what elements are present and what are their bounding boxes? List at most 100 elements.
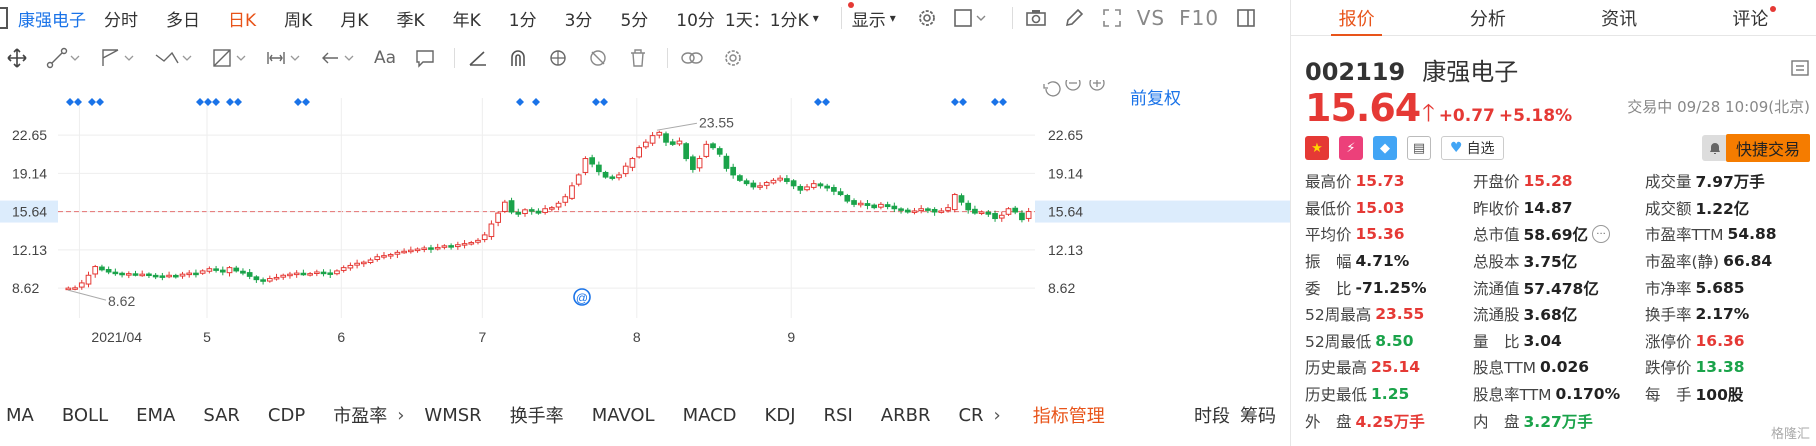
candle-body — [985, 211, 992, 215]
stat-value: 15.73 — [1355, 172, 1405, 191]
indicator-mavol[interactable]: MAVOL — [592, 405, 655, 426]
square-style-icon[interactable] — [952, 5, 990, 31]
candle-body — [105, 268, 112, 273]
stock-name-link[interactable]: 康强电子 — [18, 6, 86, 31]
event-diamond-icon — [88, 98, 96, 106]
period-tab-weekly[interactable]: 周K — [284, 6, 312, 31]
stat-value: 25.14 — [1371, 358, 1421, 377]
add-watchlist-button[interactable]: ♥ 自选 — [1441, 136, 1504, 160]
settings-gear-icon[interactable] — [914, 5, 940, 31]
period-tab-3min[interactable]: 3分 — [565, 6, 593, 31]
display-select-label: 显示 — [851, 10, 886, 31]
sidebar-toggle-icon[interactable] — [1233, 5, 1259, 31]
chips-button[interactable]: 筹码 — [1240, 402, 1276, 428]
quick-trade-button[interactable]: 快捷交易 — [1725, 134, 1810, 162]
indicator-rsi[interactable]: RSI — [824, 405, 853, 426]
period-tab-5min[interactable]: 5分 — [620, 6, 648, 31]
indicator-macd[interactable]: MACD — [683, 405, 737, 426]
tab-comments[interactable]: 评论 — [1685, 0, 1816, 35]
adjust-mode-button[interactable]: 前复权 — [1130, 84, 1181, 109]
candle-body — [273, 276, 280, 280]
candle-body — [918, 208, 925, 212]
text-tool-icon[interactable]: Aa — [374, 43, 396, 73]
quote-header: 002119 康强电子 — [1305, 52, 1810, 87]
interval-select[interactable]: 1天：1分K ▾ — [725, 6, 819, 31]
move-cross-icon[interactable] — [6, 43, 28, 73]
indicator-manage-button[interactable]: 指标管理 — [1033, 402, 1105, 428]
link-chain-icon[interactable] — [680, 43, 704, 73]
indicator-boll[interactable]: BOLL — [62, 405, 108, 426]
session-button[interactable]: 时段 — [1194, 402, 1230, 428]
period-tab-multiday[interactable]: 多日 — [166, 6, 200, 31]
candle-body — [569, 185, 575, 199]
panel-collapse-icon[interactable] — [0, 7, 8, 29]
indicator-ema[interactable]: EMA — [136, 405, 175, 426]
f10-button[interactable]: F10 — [1179, 6, 1219, 30]
stat-label: 市盈率TTM — [1645, 226, 1724, 245]
lightning-icon[interactable]: ⚡ — [1339, 136, 1363, 160]
comment-tool-icon[interactable] — [414, 43, 436, 73]
period-tab-10min[interactable]: 10分 — [676, 6, 715, 31]
indicator-turnover[interactable]: 换手率 — [510, 402, 564, 428]
tag-icon[interactable]: ◆ — [1373, 136, 1397, 160]
more-icon[interactable]: ··· — [1592, 225, 1611, 244]
stats-row: 最高价 15.73 开盘价 15.28 成交量 7.97万手 — [1305, 168, 1810, 195]
indicator-cdp[interactable]: CDP — [268, 405, 305, 426]
stats-row: 外 盘 4.25万手内 盘 3.27万手 — [1305, 407, 1810, 434]
indicator-ma[interactable]: MA — [6, 405, 34, 426]
candle-body — [508, 200, 515, 213]
candle-body — [629, 158, 636, 168]
display-select[interactable]: 显示 ▾ — [852, 6, 896, 31]
trendline-tool-icon[interactable] — [46, 43, 82, 73]
period-tab-quarterly[interactable]: 季K — [396, 6, 424, 31]
pencil-icon[interactable] — [1061, 5, 1087, 31]
camera-icon[interactable] — [1023, 5, 1049, 31]
menu-list-icon[interactable] — [1790, 58, 1810, 82]
stat-label: 股息率TTM — [1473, 386, 1552, 405]
chevron-right-icon[interactable]: › — [994, 405, 1001, 426]
range-tool-icon[interactable] — [266, 43, 302, 73]
chevron-right-icon[interactable]: › — [397, 405, 404, 426]
indicator-sar[interactable]: SAR — [203, 405, 240, 426]
magnet-icon[interactable] — [507, 43, 529, 73]
stat-cell: 外 盘 4.25万手 — [1305, 410, 1473, 432]
tab-quote[interactable]: 报价 — [1291, 0, 1422, 36]
event-diamond-icon — [74, 98, 82, 106]
trash-icon[interactable] — [627, 43, 649, 73]
candle-body — [669, 141, 676, 145]
eye-lock-icon[interactable] — [547, 43, 569, 73]
bell-icon[interactable] — [1702, 135, 1728, 161]
fibonacci-tool-icon[interactable] — [212, 43, 248, 73]
stat-label: 历史最低 — [1305, 386, 1368, 405]
indicator-cr[interactable]: CR — [958, 405, 983, 426]
period-tab-daily[interactable]: 日K — [228, 6, 256, 31]
indicator-kdj[interactable]: KDJ — [765, 405, 796, 426]
indicator-wmsr[interactable]: WMSR — [424, 405, 481, 426]
hide-drawings-icon[interactable] — [587, 43, 609, 73]
wave-tool-icon[interactable] — [154, 43, 194, 73]
tab-analysis[interactable]: 分析 — [1422, 0, 1553, 35]
kline-chart[interactable]: 8.62 8.62 12.13 12.13 15.64 15.64 19.14 19.14 22… — [0, 80, 1290, 380]
stat-cell: 振 幅 4.71% — [1305, 250, 1473, 272]
arrow-tool-icon[interactable] — [320, 43, 356, 73]
indicator-arbr[interactable]: ARBR — [881, 405, 931, 426]
note-icon[interactable]: ▤ — [1407, 136, 1431, 160]
angle-tool-icon[interactable] — [467, 43, 489, 73]
stat-label: 每 手 — [1645, 386, 1692, 405]
candle-body — [898, 208, 904, 211]
period-tab-intraday[interactable]: 分时 — [104, 6, 138, 31]
candle-body — [421, 247, 428, 250]
fullscreen-icon[interactable] — [1099, 5, 1125, 31]
y-tick-label-left: 22.65 — [12, 127, 47, 143]
period-tab-1min[interactable]: 1分 — [509, 6, 537, 31]
stat-cell: 历史最高 25.14 — [1305, 356, 1473, 378]
indicator-pe[interactable]: 市盈率 — [333, 402, 387, 428]
period-tab-yearly[interactable]: 年K — [453, 6, 481, 31]
tab-news[interactable]: 资讯 — [1554, 0, 1685, 35]
event-diamond-icon — [814, 98, 822, 106]
period-tab-monthly[interactable]: 月K — [340, 6, 368, 31]
channel-tool-icon[interactable] — [100, 43, 136, 73]
candle-body — [723, 155, 730, 169]
compare-vs-button[interactable]: VS — [1137, 6, 1165, 30]
drawing-settings-icon[interactable] — [722, 43, 744, 73]
